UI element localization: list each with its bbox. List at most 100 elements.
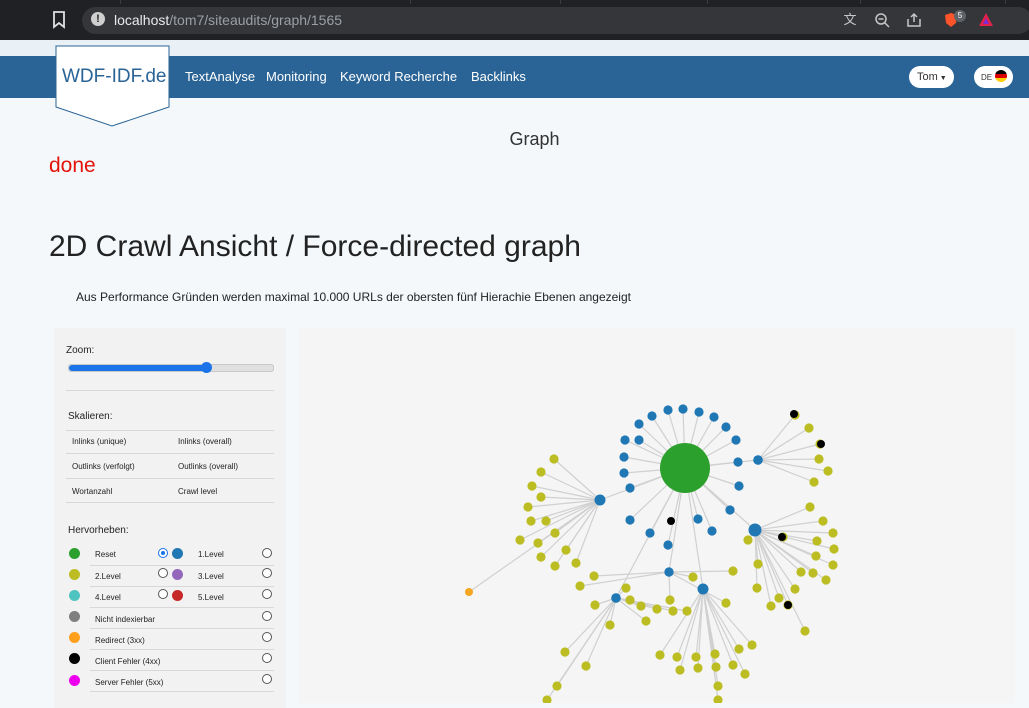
graph-node[interactable]: [581, 661, 591, 671]
graph-node[interactable]: [621, 583, 631, 593]
language-button[interactable]: DE: [974, 66, 1013, 88]
graph-node[interactable]: [620, 435, 630, 445]
graph-node[interactable]: [728, 566, 738, 576]
radio-nicht-indexierbar[interactable]: [262, 611, 272, 621]
graph-node[interactable]: [753, 559, 763, 569]
graph-node[interactable]: [611, 593, 621, 603]
translate-icon[interactable]: 文: [842, 12, 858, 28]
zoom-slider-thumb[interactable]: [200, 362, 212, 373]
scale-inlinks-overall[interactable]: Inlinks (overall): [178, 437, 232, 446]
graph-node[interactable]: [743, 535, 753, 545]
radio-level4[interactable]: [158, 589, 168, 599]
graph-node[interactable]: [536, 552, 546, 562]
graph-node[interactable]: [823, 466, 833, 476]
graph-node[interactable]: [828, 528, 838, 538]
graph-node[interactable]: [812, 536, 822, 546]
scale-inlinks-unique[interactable]: Inlinks (unique): [72, 437, 126, 446]
graph-node[interactable]: [800, 626, 810, 636]
graph-node[interactable]: [778, 533, 786, 541]
graph-node[interactable]: [707, 526, 717, 536]
graph-node[interactable]: [665, 595, 675, 605]
graph-node[interactable]: [811, 551, 821, 561]
highlight-level2[interactable]: 2.Level: [95, 572, 121, 581]
nav-backlinks[interactable]: Backlinks: [471, 69, 526, 84]
graph-node[interactable]: [663, 405, 673, 415]
graph-node[interactable]: [710, 649, 720, 659]
graph-node[interactable]: [652, 604, 662, 614]
graph-node[interactable]: [734, 481, 744, 491]
graph-node[interactable]: [688, 572, 698, 582]
graph-node[interactable]: [527, 481, 537, 491]
graph-node[interactable]: [804, 423, 814, 433]
graph-node[interactable]: [817, 440, 825, 448]
highlight-level1[interactable]: 1.Level: [198, 550, 224, 559]
graph-node[interactable]: [526, 516, 536, 526]
graph-node[interactable]: [605, 620, 615, 630]
graph-node[interactable]: [721, 598, 731, 608]
graph-node[interactable]: [675, 665, 685, 675]
radio-level3[interactable]: [262, 568, 272, 578]
graph-node[interactable]: [752, 583, 762, 593]
graph-node[interactable]: [725, 505, 735, 515]
graph-node[interactable]: [625, 515, 635, 525]
radio-client-fehler[interactable]: [262, 653, 272, 663]
graph-node[interactable]: [619, 468, 629, 478]
scale-outlinks-overall[interactable]: Outlinks (overall): [178, 462, 238, 471]
graph-node[interactable]: [672, 652, 682, 662]
graph-node[interactable]: [515, 535, 525, 545]
graph-node[interactable]: [536, 467, 546, 477]
highlight-redirect[interactable]: Redirect (3xx): [95, 636, 145, 645]
graph-node[interactable]: [641, 616, 651, 626]
graph-node[interactable]: [731, 435, 741, 445]
highlight-client-fehler[interactable]: Client Fehler (4xx): [95, 657, 160, 666]
graph-node[interactable]: [660, 443, 710, 493]
graph-node[interactable]: [636, 601, 646, 611]
graph-node[interactable]: [709, 412, 719, 422]
graph-node[interactable]: [828, 560, 838, 570]
scale-crawl-level[interactable]: Crawl level: [178, 487, 217, 496]
scale-wortanzahl[interactable]: Wortanzahl: [72, 487, 112, 496]
graph-node[interactable]: [536, 492, 546, 502]
graph-node[interactable]: [808, 568, 818, 578]
logo-text[interactable]: WDF-IDF.de: [62, 66, 167, 88]
graph-node[interactable]: [541, 516, 551, 526]
graph-node[interactable]: [748, 523, 762, 537]
graph-node[interactable]: [575, 581, 585, 591]
graph-node[interactable]: [733, 457, 743, 467]
graph-node[interactable]: [728, 660, 738, 670]
graph-node[interactable]: [829, 544, 839, 554]
graph-node[interactable]: [693, 514, 703, 524]
graph-node[interactable]: [805, 502, 815, 512]
url-text[interactable]: localhost/tom7/siteaudits/graph/1565: [114, 12, 342, 28]
graph-node[interactable]: [721, 422, 731, 432]
nav-monitoring[interactable]: Monitoring: [266, 69, 327, 84]
user-menu-button[interactable]: Tom ▼: [909, 66, 954, 88]
graph-node[interactable]: [634, 419, 644, 429]
graph-node[interactable]: [664, 567, 674, 577]
graph-node[interactable]: [753, 455, 763, 465]
graph-node[interactable]: [693, 663, 703, 673]
graph-node[interactable]: [713, 681, 723, 691]
graph-node[interactable]: [549, 454, 559, 464]
graph-node[interactable]: [550, 561, 560, 571]
graph-node[interactable]: [667, 517, 675, 525]
graph-node[interactable]: [589, 571, 599, 581]
graph-node[interactable]: [647, 411, 657, 421]
zoom-slider[interactable]: [68, 362, 274, 373]
graph-node[interactable]: [542, 695, 552, 705]
graph-node[interactable]: [814, 454, 824, 464]
radio-level1[interactable]: [262, 548, 272, 558]
graph-node[interactable]: [682, 606, 692, 616]
graph-node[interactable]: [625, 483, 635, 493]
share-icon[interactable]: [906, 12, 922, 28]
graph-node[interactable]: [734, 644, 744, 654]
radio-reset[interactable]: [158, 548, 168, 558]
highlight-level5[interactable]: 5.Level: [198, 593, 224, 602]
graph-node[interactable]: [590, 600, 600, 610]
graph-node[interactable]: [550, 528, 560, 538]
graph-node[interactable]: [594, 494, 606, 506]
graph-node[interactable]: [571, 558, 581, 568]
graph-node[interactable]: [809, 477, 819, 487]
highlight-server-fehler[interactable]: Server Fehler (5xx): [95, 678, 163, 687]
graph-node[interactable]: [668, 606, 678, 616]
